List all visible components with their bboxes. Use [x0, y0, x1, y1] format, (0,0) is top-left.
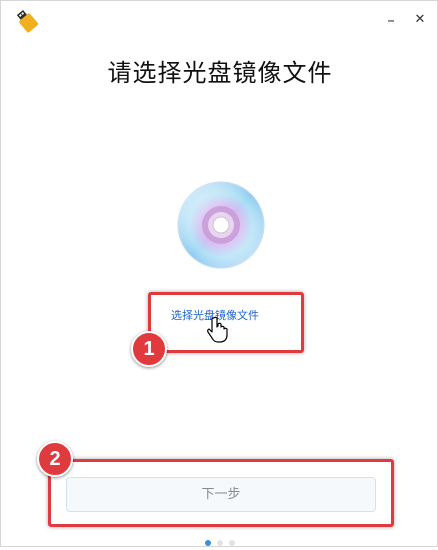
optical-disc-icon — [177, 181, 265, 269]
page-title: 请选择光盘镜像文件 — [107, 59, 333, 87]
usb-drive-icon — [16, 10, 38, 33]
page-dot-active — [205, 540, 211, 546]
step-badge-2: 2 — [37, 441, 73, 477]
highlight-box-next-button — [48, 459, 394, 527]
step-badge-1: 1 — [131, 331, 167, 367]
page-dot — [217, 540, 223, 546]
highlight-box-select-link — [148, 292, 304, 353]
close-icon[interactable]: ✕ — [409, 9, 431, 31]
page-indicator — [1, 531, 438, 550]
minimize-icon[interactable]: – — [380, 9, 402, 31]
page-dot — [229, 540, 235, 546]
installer-window: – ✕ 请选择光盘镜像文件 选择光盘镜像文件 1 下一步 2 — [0, 0, 438, 547]
